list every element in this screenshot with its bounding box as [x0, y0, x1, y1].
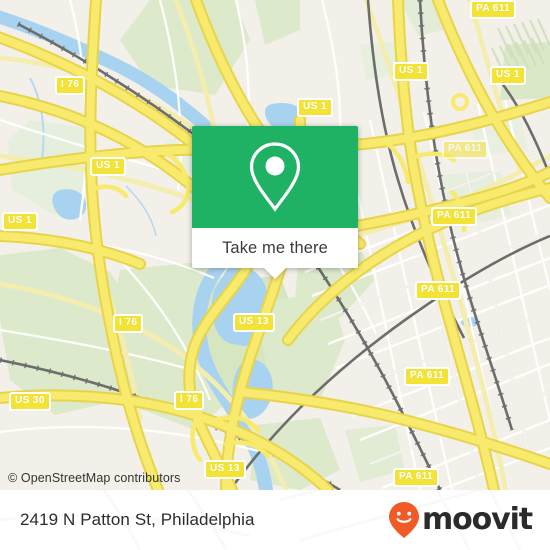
road-shield: US 1 [2, 212, 38, 231]
location-callout-card[interactable]: Take me there [192, 126, 358, 279]
road-shield: I 76 [55, 76, 86, 95]
footer-bar: 2419 N Patton St, Philadelphia moovit [0, 490, 550, 550]
road-shield: PA 611 [415, 281, 462, 300]
callout-tail-pointer [264, 268, 286, 279]
moovit-brand: moovit [388, 501, 533, 539]
road-shield: US 1 [297, 98, 333, 117]
road-shield: PA 611 [470, 0, 517, 19]
road-shield: US 1 [490, 66, 526, 85]
callout-action-panel[interactable]: Take me there [192, 228, 358, 279]
map-canvas[interactable]: PA 611 US 1 US 1 US 1 I 76 PA 611 US 1 US 1 PA 6… [0, 0, 550, 490]
footer-content: 2419 N Patton St, Philadelphia moovit [0, 490, 550, 550]
take-me-there-label: Take me there [222, 238, 328, 257]
road-shield: US 1 [393, 62, 429, 81]
road-shield: PA 611 [442, 140, 489, 159]
road-shield: US 13 [204, 460, 246, 479]
road-shield: US 30 [9, 392, 51, 411]
road-shield: US 1 [90, 157, 126, 176]
osm-attribution: © OpenStreetMap contributors [8, 471, 181, 485]
road-shield: PA 611 [431, 207, 478, 226]
road-shield: PA 611 [404, 367, 451, 386]
moovit-wordmark: moovit [421, 502, 533, 537]
road-shield: US 13 [233, 313, 275, 332]
moovit-smiley-pin-icon [388, 502, 419, 538]
road-shield: I 76 [174, 391, 205, 410]
road-shield: PA 611 [393, 468, 440, 487]
address-label: 2419 N Patton St, Philadelphia [20, 510, 255, 529]
map-pin-icon [249, 142, 301, 212]
callout-image-panel [192, 126, 358, 228]
road-shield: I 76 [113, 314, 144, 333]
moovit-map-screenshot: PA 611 US 1 US 1 US 1 I 76 PA 611 US 1 US 1 PA 6… [0, 0, 550, 550]
